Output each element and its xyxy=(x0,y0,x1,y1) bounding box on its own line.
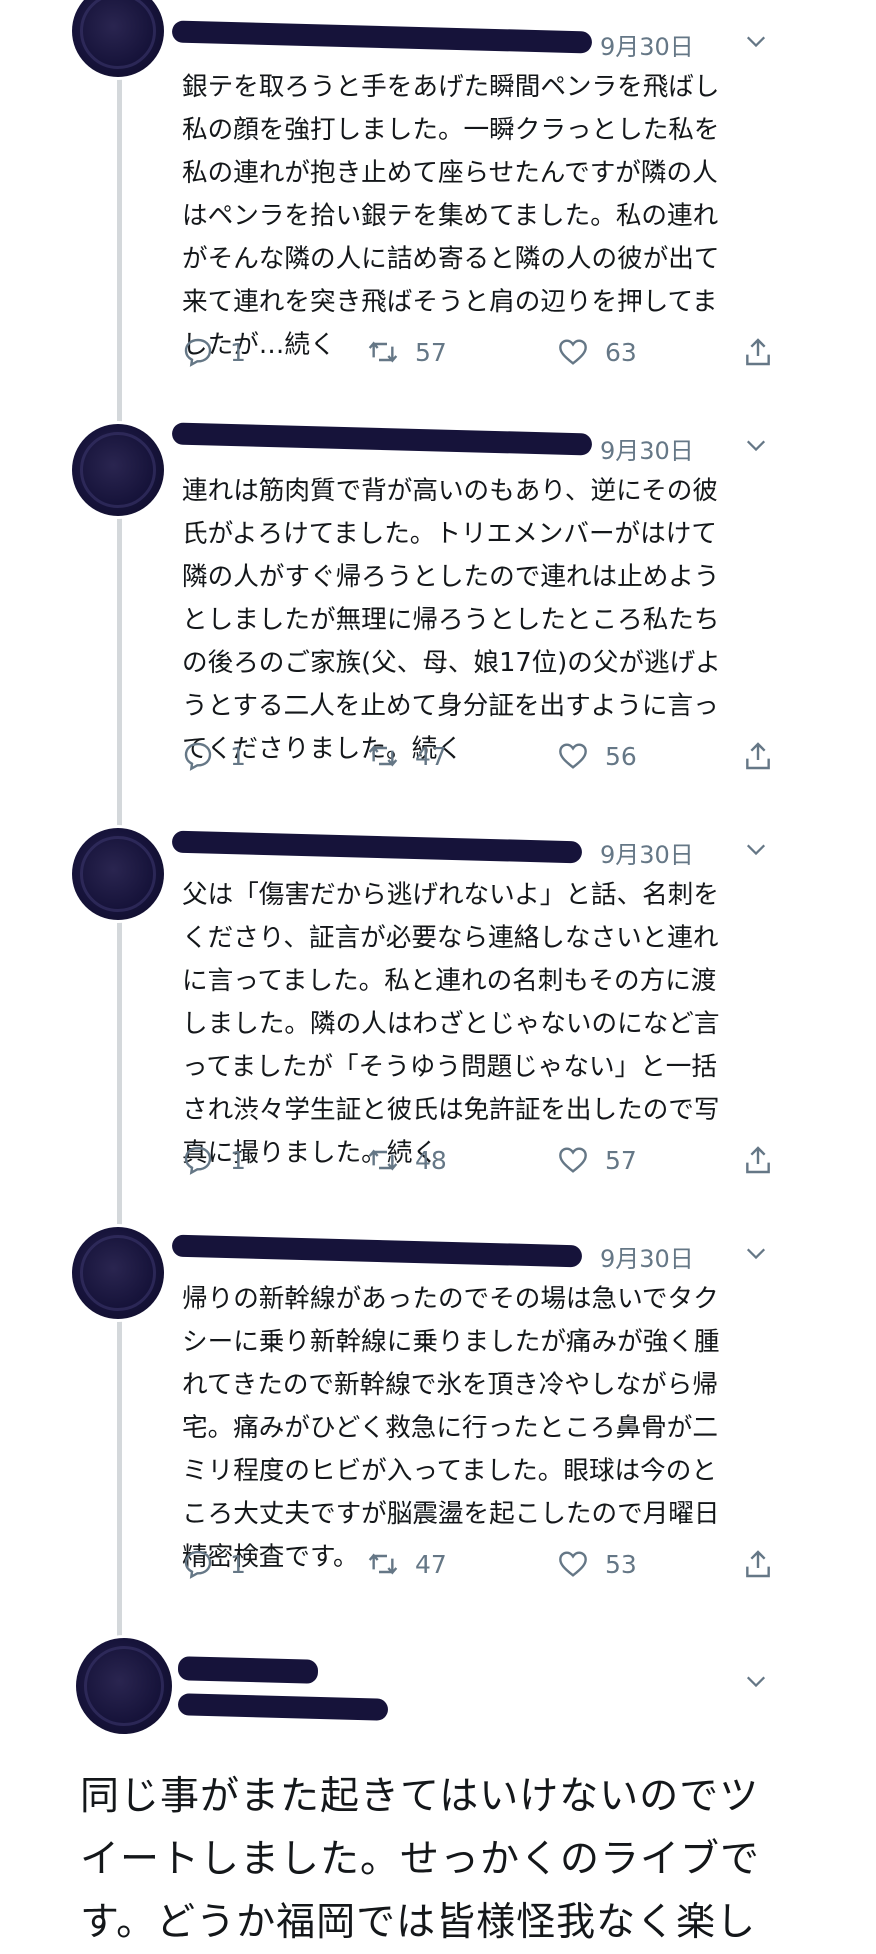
share-button[interactable] xyxy=(742,736,774,776)
thread-connector-line xyxy=(117,0,122,1640)
reply-icon xyxy=(184,1146,212,1175)
like-count: 53 xyxy=(605,1549,637,1579)
reply-count: 1 xyxy=(230,741,246,771)
reply-count: 1 xyxy=(230,1145,246,1175)
tweet-date: 9月30日 xyxy=(600,1245,694,1273)
tweet-actions: 1 48 57 xyxy=(182,1140,802,1180)
retweet-button[interactable]: 47 xyxy=(367,736,447,776)
redacted-username xyxy=(171,830,583,864)
like-count: 57 xyxy=(605,1145,637,1175)
heart-icon xyxy=(559,1551,587,1577)
like-button[interactable]: 57 xyxy=(557,1140,637,1180)
avatar[interactable] xyxy=(72,1227,164,1319)
like-count: 56 xyxy=(605,741,637,771)
retweet-count: 47 xyxy=(415,1549,447,1579)
retweet-button[interactable]: 57 xyxy=(367,332,447,372)
share-button[interactable] xyxy=(742,1140,774,1180)
retweet-button[interactable]: 47 xyxy=(367,1544,447,1584)
share-icon xyxy=(746,338,770,366)
avatar[interactable] xyxy=(76,1638,172,1734)
reply-count: 1 xyxy=(230,1549,246,1579)
redacted-username xyxy=(177,1693,389,1721)
tweet-text: 連れは筋肉質で背が高いのもあり、逆にその彼 氏がよろけてました。トリエメンバーが… xyxy=(182,476,721,764)
retweet-icon xyxy=(368,341,398,363)
retweet-count: 57 xyxy=(415,337,447,367)
avatar[interactable] xyxy=(72,0,164,77)
avatar[interactable] xyxy=(72,424,164,516)
main-tweet-text: 同じ事がまた起きてはいけないのでツ イートしました。せっかくのライブで す。どう… xyxy=(80,1774,761,1945)
tweet-date: 9月30日 xyxy=(600,841,694,869)
retweet-button[interactable]: 48 xyxy=(367,1140,447,1180)
chevron-down-icon[interactable] xyxy=(745,30,767,52)
reply-button[interactable]: 1 xyxy=(182,332,246,372)
chevron-down-icon[interactable] xyxy=(745,838,767,860)
retweet-icon xyxy=(368,1149,398,1171)
reply-icon xyxy=(184,338,212,367)
retweet-icon xyxy=(368,745,398,767)
share-icon xyxy=(746,1550,770,1578)
retweet-count: 47 xyxy=(415,741,447,771)
like-count: 63 xyxy=(605,337,637,367)
redacted-username xyxy=(171,20,593,54)
chevron-down-icon[interactable] xyxy=(745,1670,767,1692)
heart-icon xyxy=(559,743,587,769)
tweet-actions: 1 57 63 xyxy=(182,332,802,372)
redacted-username xyxy=(171,1234,583,1268)
like-button[interactable]: 53 xyxy=(557,1544,637,1584)
like-button[interactable]: 56 xyxy=(557,736,637,776)
heart-icon xyxy=(559,339,587,365)
share-icon xyxy=(746,742,770,770)
retweet-icon xyxy=(368,1553,398,1575)
avatar[interactable] xyxy=(72,828,164,920)
redacted-display-name xyxy=(177,1656,319,1684)
chevron-down-icon[interactable] xyxy=(745,1242,767,1264)
tweet-date: 9月30日 xyxy=(600,33,694,61)
reply-icon xyxy=(184,1550,212,1579)
tweet-actions: 1 47 56 xyxy=(182,736,802,776)
tweet-text: 父は「傷害だから逃げれないよ」と話、名刺を くださり、証言が必要なら連絡しなさい… xyxy=(182,880,720,1168)
tweet-text: 銀テを取ろうと手をあげた瞬間ペンラを飛ばし 私の顔を強打しました。一瞬クラっとし… xyxy=(182,72,720,360)
share-icon xyxy=(746,1146,770,1174)
tweet-date: 9月30日 xyxy=(600,437,694,465)
tweet-text: 帰りの新幹線があったのでその場は急いでタク シーに乗り新幹線に乗りましたが痛みが… xyxy=(182,1284,720,1572)
reply-button[interactable]: 1 xyxy=(182,736,246,776)
chevron-down-icon[interactable] xyxy=(745,434,767,456)
tweet-actions: 1 47 53 xyxy=(182,1544,802,1584)
reply-button[interactable]: 1 xyxy=(182,1544,246,1584)
share-button[interactable] xyxy=(742,1544,774,1584)
share-button[interactable] xyxy=(742,332,774,372)
retweet-count: 48 xyxy=(415,1145,447,1175)
redacted-username xyxy=(171,422,593,456)
reply-icon xyxy=(184,742,212,771)
reply-count: 1 xyxy=(230,337,246,367)
reply-button[interactable]: 1 xyxy=(182,1140,246,1180)
like-button[interactable]: 63 xyxy=(557,332,637,372)
heart-icon xyxy=(559,1147,587,1173)
